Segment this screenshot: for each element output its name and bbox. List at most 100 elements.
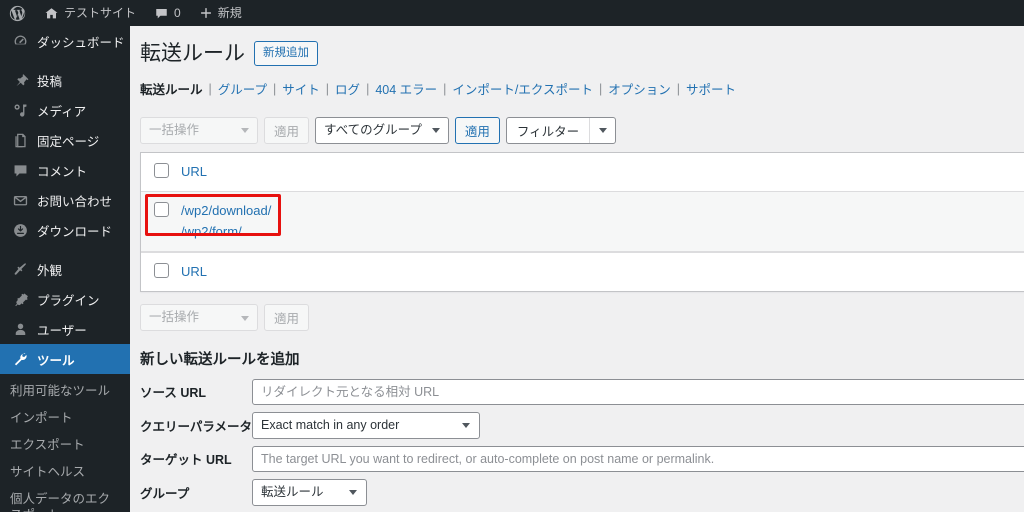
sidebar-item-comments[interactable]: コメント xyxy=(0,155,130,185)
form-row-source-url: ソース URL リダイレクト元となる相対 URL xyxy=(140,378,1024,405)
chevron-down-icon xyxy=(431,128,440,134)
site-name-label: テストサイト xyxy=(64,6,137,20)
sidebar-item-label: ツール xyxy=(37,353,75,368)
wrench-icon xyxy=(10,349,30,369)
media-icon xyxy=(10,100,30,120)
bulk-action-select-bottom[interactable]: 一括操作 xyxy=(140,304,258,332)
comments-count: 0 xyxy=(174,6,181,20)
sidebar-separator xyxy=(0,56,130,65)
sidebar-item-plugins[interactable]: プラグイン xyxy=(0,284,130,314)
sidebar-separator xyxy=(0,245,130,254)
table-footer-row: URL xyxy=(141,251,1024,291)
sidebar-subitem-site-health[interactable]: サイトヘルス xyxy=(0,459,130,486)
comment-icon xyxy=(154,6,169,21)
bulk-action-value: 一括操作 xyxy=(149,122,200,137)
group-label: グループ xyxy=(140,486,190,501)
select-all-checkbox-cell-footer[interactable] xyxy=(141,262,181,278)
sidebar-subitem-export[interactable]: エクスポート xyxy=(0,432,130,459)
select-all-checkbox-cell[interactable] xyxy=(141,162,181,179)
column-header-url[interactable]: URL xyxy=(181,162,1024,182)
sidebar-item-label: コメント xyxy=(37,164,88,179)
form-row-query-params: クエリーパラメータ Exact match in any order xyxy=(140,411,1024,439)
mail-icon xyxy=(10,190,30,210)
pin-icon xyxy=(10,70,30,90)
bulk-apply-button-bottom[interactable]: 適用 xyxy=(264,304,310,332)
group-value: 転送ルール xyxy=(261,484,324,499)
row-source-url[interactable]: /wp2/download/ xyxy=(181,201,1024,221)
bulk-apply-button-top[interactable]: 適用 xyxy=(264,116,310,144)
table-row[interactable]: /wp2/download/ /wp2/form/ xyxy=(141,192,1024,252)
user-icon xyxy=(10,319,30,339)
sidebar-item-dashboard[interactable]: ダッシュボード xyxy=(0,26,130,56)
source-url-field-wrap: リダイレクト元となる相対 URL xyxy=(252,378,1024,405)
target-url-field-wrap: The target URL you want to redirect, or … xyxy=(252,445,1024,472)
group-select[interactable]: 転送ルール xyxy=(252,478,367,506)
tab-import-export[interactable]: インポート/エクスポート xyxy=(452,79,593,98)
sidebar-subitem-available-tools[interactable]: 利用可能なツール xyxy=(0,378,130,405)
form-row-target-url: ターゲット URL The target URL you want to red… xyxy=(140,445,1024,472)
chevron-down-icon xyxy=(241,128,249,134)
wordpress-admin-screen: テストサイト 0 新規 ダッシュボード 投稿 メディア 固定ページ コメント お… xyxy=(0,0,1024,512)
dashboard-icon xyxy=(10,31,30,51)
group-apply-button[interactable]: 適用 xyxy=(454,116,500,144)
source-url-label: ソース URL xyxy=(140,386,207,401)
sidebar-item-label: メディア xyxy=(37,104,87,119)
sidebar-item-label: お問い合わせ xyxy=(37,194,113,209)
sidebar-item-label: ダッシュボード xyxy=(37,35,125,50)
row-checkbox[interactable] xyxy=(153,202,169,218)
sidebar-item-downloads[interactable]: ダウンロード xyxy=(0,215,130,245)
table-header-row: URL xyxy=(141,153,1024,193)
query-param-field-wrap: Exact match in any order xyxy=(252,411,1024,439)
tab-404-errors[interactable]: 404 エラー xyxy=(375,79,437,98)
sidebar-subitem-import[interactable]: インポート xyxy=(0,405,130,432)
wordpress-logo-menu[interactable] xyxy=(0,0,35,26)
tab-separator: | xyxy=(599,81,603,96)
sidebar-subitem-export-personal-data[interactable]: 個人データのエクスポート xyxy=(0,486,130,512)
bulk-action-select-top[interactable]: 一括操作 xyxy=(140,116,258,144)
admin-bar: テストサイト 0 新規 xyxy=(0,0,1024,26)
new-content-menu[interactable]: 新規 xyxy=(190,0,251,26)
comments-menu[interactable]: 0 xyxy=(145,0,190,26)
sidebar-item-appearance[interactable]: 外観 xyxy=(0,254,130,284)
chevron-down-icon xyxy=(241,315,249,321)
row-checkbox-cell[interactable] xyxy=(141,201,181,218)
column-footer-url[interactable]: URL xyxy=(181,262,1024,282)
sidebar-item-tools[interactable]: ツール xyxy=(0,344,138,374)
sidebar-item-media[interactable]: メディア xyxy=(0,95,130,125)
select-all-checkbox-footer[interactable] xyxy=(153,262,169,278)
sidebar-item-users[interactable]: ユーザー xyxy=(0,314,130,344)
source-url-input[interactable]: リダイレクト元となる相対 URL xyxy=(252,378,1024,405)
sidebar-item-label: 外観 xyxy=(37,263,63,278)
sidebar-item-label: プラグイン xyxy=(37,293,100,308)
chevron-down-icon[interactable] xyxy=(589,117,615,143)
query-param-label: クエリーパラメータ xyxy=(140,419,253,434)
select-all-checkbox[interactable] xyxy=(153,163,169,179)
table-toolbar-bottom: 一括操作 適用 xyxy=(140,304,1024,332)
tab-groups[interactable]: グループ xyxy=(218,79,267,98)
add-form-heading: 新しい転送ルールを追加 xyxy=(140,351,300,368)
query-param-value: Exact match in any order xyxy=(261,417,400,432)
sidebar-item-contact[interactable]: お問い合わせ xyxy=(0,185,130,215)
comment-icon xyxy=(10,160,30,180)
tab-site[interactable]: サイト xyxy=(282,79,320,98)
tab-options[interactable]: オプション xyxy=(608,79,671,98)
tab-separator: | xyxy=(273,81,277,96)
tab-log[interactable]: ログ xyxy=(335,79,360,98)
chevron-down-icon xyxy=(349,490,357,496)
query-param-select[interactable]: Exact match in any order xyxy=(252,411,481,439)
row-target-url[interactable]: /wp2/form/ xyxy=(181,222,1024,242)
sidebar-item-label: ダウンロード xyxy=(37,224,113,239)
tab-support[interactable]: サポート xyxy=(686,79,736,98)
tab-separator: | xyxy=(366,81,370,96)
add-new-button[interactable]: 新規追加 xyxy=(254,40,318,67)
sidebar-item-pages[interactable]: 固定ページ xyxy=(0,125,130,155)
site-name-menu[interactable]: テストサイト xyxy=(35,0,145,26)
filter-dropdown[interactable]: フィルター xyxy=(505,116,617,144)
sidebar-item-posts[interactable]: 投稿 xyxy=(0,65,130,95)
bulk-action-value: 一括操作 xyxy=(149,310,200,325)
plus-icon xyxy=(199,6,213,20)
tab-redirects[interactable]: 転送ルール xyxy=(140,79,203,98)
group-filter-select[interactable]: すべてのグループ xyxy=(315,116,449,144)
tab-separator: | xyxy=(325,81,330,96)
target-url-input[interactable]: The target URL you want to redirect, or … xyxy=(252,445,1024,472)
